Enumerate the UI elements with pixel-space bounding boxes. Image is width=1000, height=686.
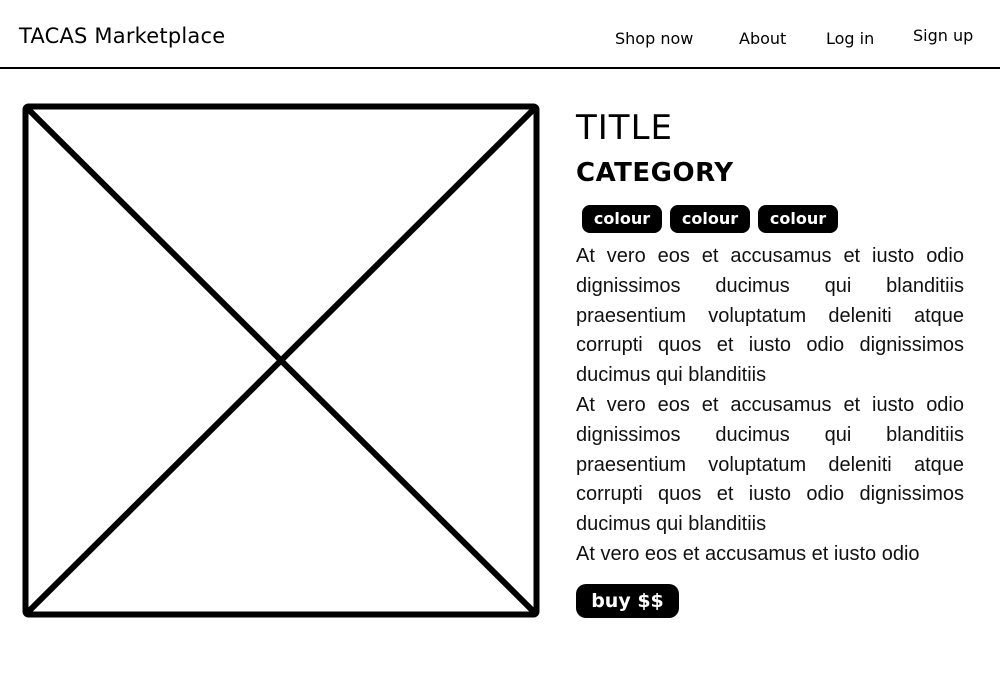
product-title: TITLE: [576, 108, 673, 148]
nav-about[interactable]: About: [739, 29, 786, 48]
description-paragraph: At vero eos et accusamus et iusto odio d…: [576, 245, 964, 387]
product-image: [22, 103, 540, 618]
nav-log-in[interactable]: Log in: [826, 29, 874, 48]
image-placeholder-icon: [22, 103, 540, 618]
product-category: CATEGORY: [576, 158, 734, 188]
site-header: TACAS Marketplace Shop now About Log in …: [0, 0, 1000, 69]
product-description: At vero eos et accusamus et iusto odio d…: [576, 242, 964, 570]
buy-button[interactable]: buy $$: [576, 584, 679, 618]
description-paragraph: At vero eos et accusamus et iusto odio: [576, 542, 920, 565]
nav-sign-up[interactable]: Sign up: [913, 26, 973, 45]
description-paragraph: At vero eos et accusamus et iusto odio d…: [576, 393, 964, 536]
colour-chip[interactable]: colour: [758, 205, 838, 233]
colour-options: colour colour colour: [582, 205, 882, 233]
nav-shop-now[interactable]: Shop now: [615, 29, 693, 48]
colour-chip[interactable]: colour: [670, 205, 750, 233]
main-nav: Shop now About Log in Sign up: [0, 26, 1000, 52]
colour-chip[interactable]: colour: [582, 205, 662, 233]
